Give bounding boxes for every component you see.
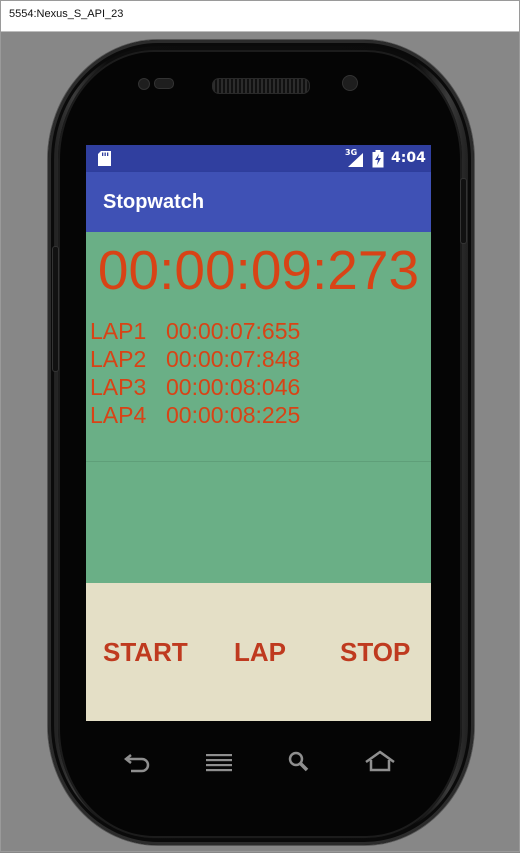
timer-panel: 00:00:09:273 LAP1 00:00:07:655 LAP2 00:00:… bbox=[86, 232, 431, 583]
emulator-title: 5554:Nexus_S_API_23 bbox=[9, 8, 124, 20]
lap-time: 00:00:07:848 bbox=[166, 346, 301, 372]
app-bar: Stopwatch bbox=[86, 172, 431, 232]
emulator-title-bar: 5554:Nexus_S_API_23 bbox=[0, 0, 520, 32]
speaker-grille bbox=[212, 78, 310, 94]
lap-row: LAP3 00:00:08:046 bbox=[90, 374, 300, 402]
start-button[interactable]: START bbox=[103, 637, 188, 668]
menu-icon[interactable] bbox=[204, 748, 234, 776]
sd-card-icon bbox=[98, 151, 111, 166]
network-type: 3G bbox=[345, 148, 358, 157]
divider bbox=[86, 461, 431, 462]
lap-button[interactable]: LAP bbox=[234, 637, 286, 668]
lap-time: 00:00:08:225 bbox=[166, 402, 301, 428]
stop-button[interactable]: STOP bbox=[340, 637, 410, 668]
lap-row: LAP1 00:00:07:655 bbox=[90, 318, 300, 346]
lap-label: LAP3 bbox=[90, 374, 147, 400]
control-bar: START LAP STOP bbox=[86, 583, 431, 721]
lap-label: LAP4 bbox=[90, 402, 147, 428]
sensor-icon bbox=[154, 78, 174, 89]
sensor-icon bbox=[138, 78, 150, 90]
status-bar: 3G 4:04 bbox=[86, 145, 431, 172]
power-button[interactable] bbox=[460, 178, 467, 244]
lap-row: LAP4 00:00:08:225 bbox=[90, 402, 300, 430]
elapsed-time-display: 00:00:09:273 bbox=[97, 239, 420, 301]
lap-label: LAP1 bbox=[90, 318, 147, 344]
lap-time: 00:00:07:655 bbox=[166, 318, 301, 344]
front-camera-icon bbox=[342, 75, 358, 91]
lap-row: LAP2 00:00:07:848 bbox=[90, 346, 300, 374]
battery-icon bbox=[372, 150, 384, 168]
volume-button[interactable] bbox=[52, 246, 59, 372]
lap-time: 00:00:08:046 bbox=[166, 374, 301, 400]
status-clock: 4:04 bbox=[391, 150, 426, 166]
back-icon[interactable] bbox=[122, 748, 152, 776]
device-screen: 3G 4:04 Stopwatch 00:00:09:273 LAP1 00:00… bbox=[86, 145, 431, 721]
home-icon[interactable] bbox=[364, 748, 396, 776]
lap-list: LAP1 00:00:07:655 LAP2 00:00:07:848 LAP3 00… bbox=[90, 318, 300, 430]
lap-label: LAP2 bbox=[90, 346, 147, 372]
search-icon[interactable] bbox=[286, 748, 316, 776]
app-title: Stopwatch bbox=[103, 191, 205, 213]
